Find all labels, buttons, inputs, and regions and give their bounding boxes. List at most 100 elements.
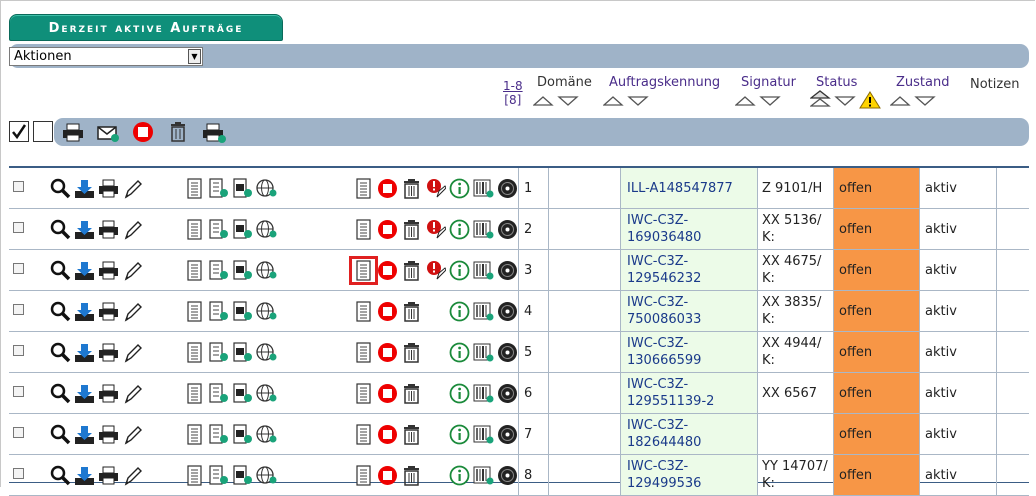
actions-select[interactable]: Aktionen ▼ [9, 47, 203, 66]
alert-edit-icon[interactable] [425, 178, 446, 199]
row-checkbox[interactable] [13, 426, 24, 438]
document-image-send-icon[interactable] [232, 177, 253, 199]
document-send-icon[interactable] [208, 464, 229, 486]
document-send-icon[interactable] [208, 259, 229, 281]
barcode-icon[interactable] [473, 260, 494, 281]
row-order-id[interactable]: IWC-C3Z-130666599 [620, 331, 758, 373]
pencil-icon[interactable] [122, 465, 143, 486]
col-state-header[interactable]: Zustand [896, 75, 949, 90]
document-icon[interactable] [349, 255, 378, 285]
printer-icon[interactable] [98, 178, 119, 199]
info-icon[interactable] [449, 178, 470, 199]
trash-icon[interactable] [401, 424, 422, 445]
mail-send-icon[interactable] [96, 121, 120, 143]
row-order-id[interactable]: IWC-C3Z-129546232 [620, 249, 758, 291]
row-checkbox[interactable] [13, 221, 24, 233]
print-icon[interactable] [62, 122, 84, 142]
document-image-send-icon[interactable] [232, 259, 253, 281]
disc-icon[interactable] [497, 383, 518, 404]
download-icon[interactable] [74, 301, 95, 322]
sort-signature-icons[interactable] [735, 95, 781, 107]
barcode-icon[interactable] [473, 219, 494, 240]
globe-send-icon[interactable] [256, 424, 277, 445]
trash-icon[interactable] [401, 465, 422, 486]
download-icon[interactable] [74, 465, 95, 486]
download-icon[interactable] [74, 260, 95, 281]
row-checkbox[interactable] [13, 467, 24, 479]
row-checkbox[interactable] [13, 344, 24, 356]
document-icon[interactable] [184, 464, 205, 486]
row-order-id[interactable]: IWC-C3Z-182644480 [620, 413, 758, 455]
download-icon[interactable] [74, 178, 95, 199]
info-icon[interactable] [449, 260, 470, 281]
document-image-send-icon[interactable] [232, 464, 253, 486]
download-icon[interactable] [74, 383, 95, 404]
download-icon[interactable] [74, 219, 95, 240]
printer-icon[interactable] [98, 342, 119, 363]
trash-icon[interactable] [401, 383, 422, 404]
magnifier-icon[interactable] [50, 424, 71, 445]
range-link[interactable]: 1-8 [503, 79, 523, 93]
download-icon[interactable] [74, 424, 95, 445]
barcode-icon[interactable] [473, 383, 494, 404]
document-image-send-icon[interactable] [232, 341, 253, 363]
pencil-icon[interactable] [122, 383, 143, 404]
deselect-all-checkbox[interactable] [33, 121, 53, 142]
document-icon[interactable] [353, 177, 374, 199]
printer-icon[interactable] [98, 465, 119, 486]
info-icon[interactable] [449, 465, 470, 486]
globe-send-icon[interactable] [256, 465, 277, 486]
document-send-icon[interactable] [208, 218, 229, 240]
trash-icon[interactable] [401, 178, 422, 199]
printer-icon[interactable] [98, 260, 119, 281]
document-image-send-icon[interactable] [232, 218, 253, 240]
alert-edit-icon[interactable] [425, 219, 446, 240]
barcode-icon[interactable] [473, 465, 494, 486]
sort-order-icons[interactable] [603, 95, 649, 107]
trash-icon[interactable] [401, 342, 422, 363]
document-icon[interactable] [353, 423, 374, 445]
document-image-send-icon[interactable] [232, 382, 253, 404]
row-checkbox[interactable] [13, 180, 24, 192]
alert-edit-icon[interactable] [425, 260, 446, 281]
barcode-icon[interactable] [473, 424, 494, 445]
magnifier-icon[interactable] [50, 219, 71, 240]
info-icon[interactable] [449, 219, 470, 240]
sort-status-icons[interactable] [810, 90, 884, 110]
disc-icon[interactable] [497, 465, 518, 486]
globe-send-icon[interactable] [256, 219, 277, 240]
globe-send-icon[interactable] [256, 383, 277, 404]
stop-icon[interactable] [377, 219, 398, 240]
stop-icon[interactable] [377, 465, 398, 486]
row-order-id[interactable]: IWC-C3Z-129499536 [620, 454, 758, 496]
row-checkbox[interactable] [13, 262, 24, 274]
trash-icon[interactable] [168, 121, 188, 143]
document-icon[interactable] [353, 218, 374, 240]
magnifier-icon[interactable] [50, 301, 71, 322]
globe-send-icon[interactable] [256, 301, 277, 322]
trash-icon[interactable] [401, 219, 422, 240]
document-icon[interactable] [353, 464, 374, 486]
document-image-send-icon[interactable] [232, 423, 253, 445]
document-send-icon[interactable] [208, 300, 229, 322]
pencil-icon[interactable] [122, 424, 143, 445]
row-order-id[interactable]: IWC-C3Z-129551139-2 [620, 372, 758, 414]
stop-icon[interactable] [377, 178, 398, 199]
info-icon[interactable] [449, 301, 470, 322]
printer-icon[interactable] [98, 301, 119, 322]
pencil-icon[interactable] [122, 342, 143, 363]
disc-icon[interactable] [497, 424, 518, 445]
barcode-icon[interactable] [473, 342, 494, 363]
download-icon[interactable] [74, 342, 95, 363]
barcode-icon[interactable] [473, 301, 494, 322]
document-send-icon[interactable] [208, 423, 229, 445]
sort-state-icons[interactable] [890, 95, 936, 107]
select-all-checkbox[interactable] [9, 121, 29, 142]
globe-send-icon[interactable] [256, 342, 277, 363]
trash-icon[interactable] [401, 260, 422, 281]
info-icon[interactable] [449, 424, 470, 445]
document-icon[interactable] [184, 423, 205, 445]
document-icon[interactable] [353, 382, 374, 404]
globe-send-icon[interactable] [256, 178, 277, 199]
document-icon[interactable] [184, 341, 205, 363]
